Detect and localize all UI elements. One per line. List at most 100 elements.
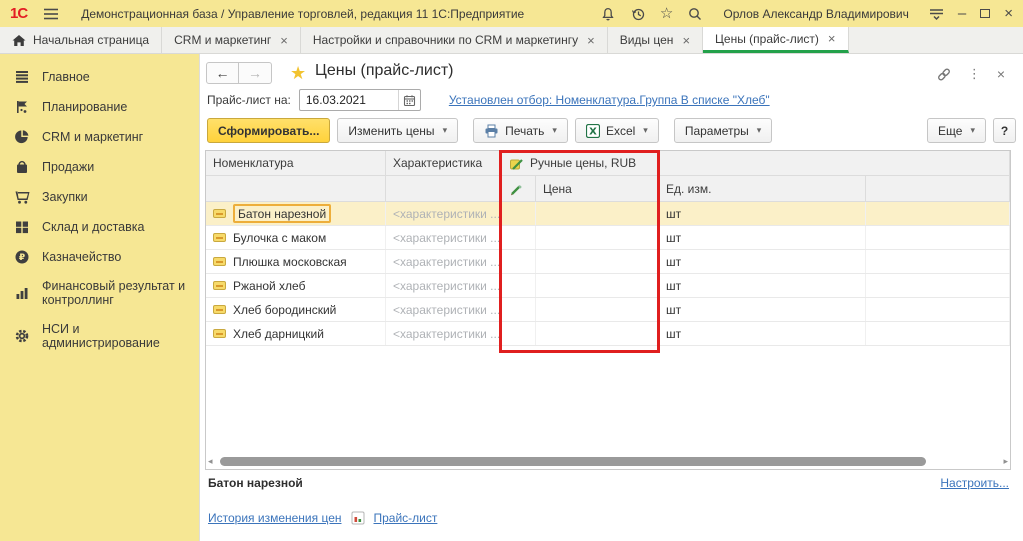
characteristic-cell[interactable]: <характеристики ... [386,226,502,249]
close-form-icon[interactable]: × [997,66,1005,82]
edit-cell[interactable] [502,274,536,297]
get-link-icon[interactable] [936,67,952,82]
tab-home[interactable]: Начальная страница [0,27,162,53]
empty-cell[interactable] [866,250,1010,273]
main-menu-icon[interactable] [43,7,59,21]
table-row[interactable]: Плюшка московская <характеристики ... шт [206,250,1010,274]
unit-cell[interactable]: шт [659,202,866,225]
date-value[interactable]: 16.03.2021 [300,93,398,107]
price-history-link[interactable]: История изменения цен [208,511,342,525]
generate-button[interactable]: Сформировать... [207,118,330,143]
table-row[interactable]: Булочка с маком <характеристики ... шт [206,226,1010,250]
sidebar-item-treasury[interactable]: ₽ Казначейство [0,242,199,272]
nomenclature-cell[interactable]: Батон нарезной [206,202,386,225]
nomenclature-cell[interactable]: Плюшка московская [206,250,386,273]
close-tab-icon[interactable]: × [280,33,288,48]
empty-cell[interactable] [866,298,1010,321]
scrollbar-track[interactable] [216,457,1000,466]
configure-link[interactable]: Настроить... [940,476,1009,490]
edit-cell[interactable] [502,322,536,345]
characteristic-cell[interactable]: <характеристики ... [386,322,502,345]
table-row[interactable]: Батон нарезной <характеристики ... шт [206,202,1010,226]
sidebar-item-purchases[interactable]: Закупки [0,182,199,212]
help-button[interactable]: ? [993,118,1016,143]
nomenclature-cell[interactable]: Булочка с маком [206,226,386,249]
collapse-panel-icon[interactable] [929,7,944,21]
edit-cell[interactable] [502,226,536,249]
edit-cell[interactable] [502,298,536,321]
selection-filter-link[interactable]: Установлен отбор: Номенклатура.Группа В … [449,93,770,107]
price-list-report-link[interactable]: Прайс-лист [374,511,438,525]
search-icon[interactable] [687,6,703,22]
empty-cell[interactable] [866,202,1010,225]
column-group-manual-prices[interactable]: Ручные цены, RUB [502,151,659,176]
selected-cell[interactable]: Батон нарезной [233,204,331,223]
table-row[interactable]: Хлеб дарницкий <характеристики ... шт [206,322,1010,346]
edit-cell[interactable] [502,250,536,273]
scroll-left-icon[interactable]: ◂ [208,457,216,466]
sidebar-item-administration[interactable]: НСИ и администрирование [0,315,199,358]
favorites-star-icon[interactable]: ☆ [660,6,673,21]
more-menu-icon[interactable]: ⋮ [968,66,981,82]
price-cell[interactable] [536,322,659,345]
change-prices-button[interactable]: Изменить цены [337,118,458,143]
current-user[interactable]: Орлов Александр Владимирович [723,7,909,21]
price-cell[interactable] [536,250,659,273]
column-header-price[interactable]: Цена [536,176,659,202]
price-cell[interactable] [536,274,659,297]
unit-cell[interactable]: шт [659,322,866,345]
sidebar-item-main[interactable]: Главное [0,62,199,92]
price-list-date-input[interactable]: 16.03.2021 [299,89,421,111]
characteristic-cell[interactable]: <характеристики ... [386,274,502,297]
tab-price-kinds[interactable]: Виды цен × [608,27,703,53]
characteristic-cell[interactable]: <характеристики ... [386,250,502,273]
scrollbar-thumb[interactable] [220,457,926,466]
sidebar-item-financial-result[interactable]: Финансовый результат и контроллинг [0,272,199,315]
history-icon[interactable] [630,6,646,22]
close-window-button[interactable]: × [1004,5,1013,22]
column-header-edit[interactable] [502,176,536,202]
empty-cell[interactable] [866,274,1010,297]
edit-cell[interactable] [502,202,536,225]
horizontal-scrollbar[interactable]: ◂ ▸ [208,456,1008,467]
print-button[interactable]: Печать [473,118,568,143]
maximize-button[interactable] [980,9,990,18]
close-tab-icon[interactable]: × [587,33,595,48]
price-cell[interactable] [536,202,659,225]
forward-button[interactable]: → [239,62,272,84]
excel-button[interactable]: X Excel [575,118,659,143]
nomenclature-cell[interactable]: Хлеб дарницкий [206,322,386,345]
more-button[interactable]: Еще [927,118,986,143]
unit-cell[interactable]: шт [659,250,866,273]
empty-cell[interactable] [866,322,1010,345]
column-header-unit[interactable]: Ед. изм. [659,176,866,202]
sidebar-item-warehouse[interactable]: Склад и доставка [0,212,199,242]
nomenclature-cell[interactable]: Хлеб бородинский [206,298,386,321]
tab-crm-marketing[interactable]: CRM и маркетинг × [162,27,301,53]
sidebar-item-crm-marketing[interactable]: CRM и маркетинг [0,122,199,152]
unit-cell[interactable]: шт [659,298,866,321]
characteristic-cell[interactable]: <характеристики ... [386,202,502,225]
close-tab-icon[interactable]: × [682,33,690,48]
characteristic-cell[interactable]: <характеристики ... [386,298,502,321]
nomenclature-cell[interactable]: Ржаной хлеб [206,274,386,297]
column-header-nomenclature[interactable]: Номенклатура [206,151,386,176]
sidebar-item-sales[interactable]: Продажи [0,152,199,182]
price-cell[interactable] [536,226,659,249]
minimize-button[interactable]: – [958,6,966,21]
table-row[interactable]: Ржаной хлеб <характеристики ... шт [206,274,1010,298]
tab-price-list[interactable]: Цены (прайс-лист) × [703,27,848,53]
sidebar-item-planning[interactable]: Планирование [0,92,199,122]
calendar-icon[interactable] [398,90,420,110]
unit-cell[interactable]: шт [659,226,866,249]
back-button[interactable]: ← [206,62,239,84]
favorite-star-icon[interactable]: ★ [290,63,306,84]
notifications-bell-icon[interactable] [600,6,616,22]
unit-cell[interactable]: шт [659,274,866,297]
empty-cell[interactable] [866,226,1010,249]
tab-crm-settings[interactable]: Настройки и справочники по CRM и маркети… [301,27,608,53]
close-tab-icon[interactable]: × [828,31,836,46]
table-row[interactable]: Хлеб бородинский <характеристики ... шт [206,298,1010,322]
scroll-right-icon[interactable]: ▸ [1000,457,1008,466]
price-cell[interactable] [536,298,659,321]
